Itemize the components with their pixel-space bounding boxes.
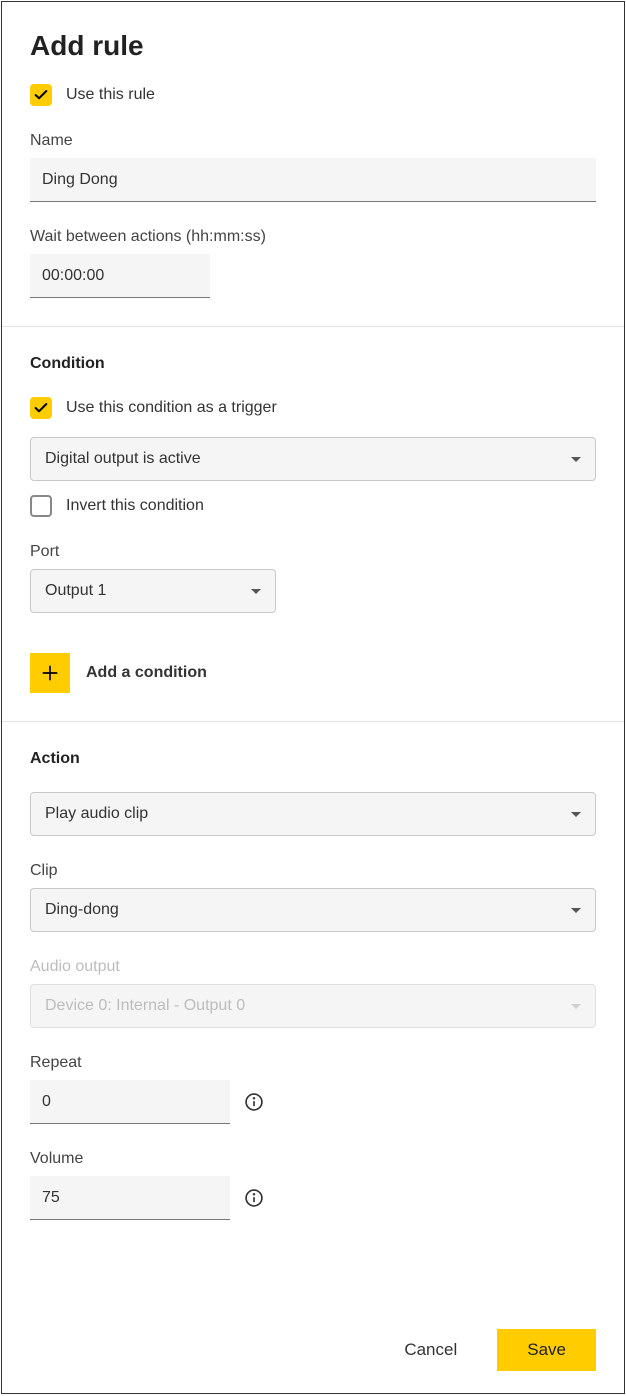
invert-checkbox[interactable] [30,495,52,517]
volume-input[interactable] [30,1176,230,1220]
clip-select[interactable]: Ding-dong [30,888,596,932]
clip-label: Clip [30,862,596,880]
clip-value: Ding-dong [45,901,119,919]
port-field-block: Port Output 1 [30,543,596,613]
save-button[interactable]: Save [497,1329,596,1371]
check-icon [33,87,49,103]
add-condition-label: Add a condition [86,664,207,682]
add-rule-panel: Add rule Use this rule Name Wait between… [1,1,625,1394]
repeat-field-block: Repeat [30,1054,596,1124]
action-type-select[interactable]: Play audio clip [30,792,596,836]
use-as-trigger-row: Use this condition as a trigger [30,397,596,419]
invert-label: Invert this condition [66,497,204,515]
check-icon [33,400,49,416]
condition-title: Condition [30,355,596,373]
chevron-down-icon [571,908,581,913]
condition-type-block: Digital output is active [30,437,596,481]
audio-output-select: Device 0: Internal - Output 0 [30,984,596,1028]
chevron-down-icon [571,1004,581,1009]
clip-field-block: Clip Ding-dong [30,862,596,932]
condition-type-select[interactable]: Digital output is active [30,437,596,481]
use-rule-checkbox[interactable] [30,84,52,106]
info-icon[interactable] [244,1188,264,1208]
use-as-trigger-checkbox[interactable] [30,397,52,419]
plus-icon [40,663,60,683]
audio-output-block: Audio output Device 0: Internal - Output… [30,958,596,1028]
wait-label: Wait between actions (hh:mm:ss) [30,228,596,246]
action-type-value: Play audio clip [45,805,148,823]
chevron-down-icon [251,589,261,594]
chevron-down-icon [571,457,581,462]
name-label: Name [30,132,596,150]
action-section: Action Play audio clip Clip Ding-dong Au… [2,721,624,1248]
wait-field-block: Wait between actions (hh:mm:ss) [30,228,596,298]
repeat-input[interactable] [30,1080,230,1124]
invert-row: Invert this condition [30,495,596,517]
name-input[interactable] [30,158,596,202]
port-value: Output 1 [45,582,106,600]
footer: Cancel Save [398,1329,596,1371]
action-title: Action [30,750,596,768]
port-select[interactable]: Output 1 [30,569,276,613]
rule-header-section: Add rule Use this rule Name Wait between… [2,2,624,326]
use-rule-row: Use this rule [30,84,596,106]
condition-type-value: Digital output is active [45,450,201,468]
volume-label: Volume [30,1150,596,1168]
volume-field-block: Volume [30,1150,596,1220]
info-icon[interactable] [244,1092,264,1112]
chevron-down-icon [571,812,581,817]
condition-section: Condition Use this condition as a trigge… [2,326,624,721]
action-type-block: Play audio clip [30,792,596,836]
repeat-label: Repeat [30,1054,596,1072]
cancel-button[interactable]: Cancel [398,1339,463,1361]
port-label: Port [30,543,596,561]
audio-output-label: Audio output [30,958,596,976]
audio-output-value: Device 0: Internal - Output 0 [45,997,245,1015]
use-rule-label: Use this rule [66,86,155,104]
use-as-trigger-label: Use this condition as a trigger [66,399,277,417]
add-condition-row: Add a condition [30,653,596,693]
page-title: Add rule [30,30,596,62]
add-condition-button[interactable] [30,653,70,693]
name-field-block: Name [30,132,596,202]
wait-input[interactable] [30,254,210,298]
